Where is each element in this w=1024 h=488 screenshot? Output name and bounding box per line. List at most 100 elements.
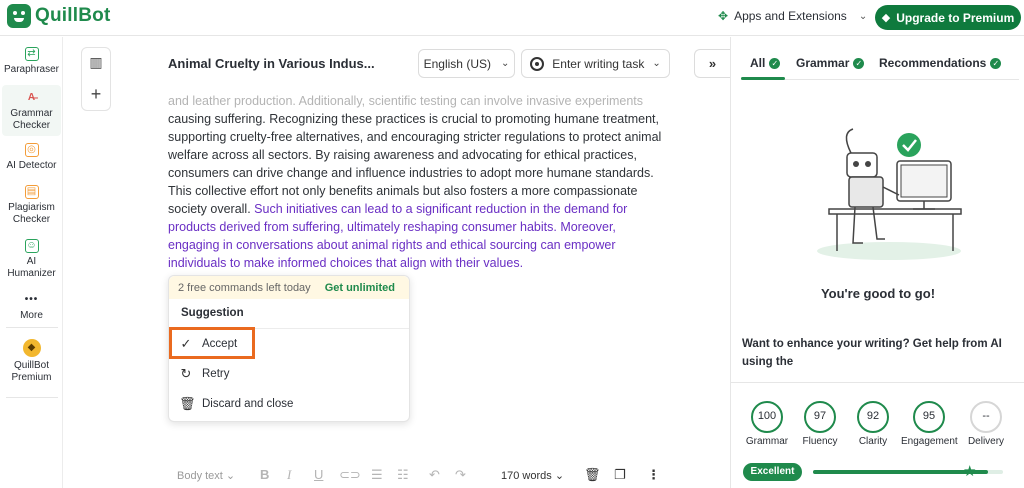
get-unlimited-link[interactable]: Get unlimited <box>325 282 395 294</box>
sidebar-item-ai-humanizer[interactable]: ☺ AI Humanizer <box>2 239 61 280</box>
more-icon: ••• <box>24 294 39 305</box>
grammar-checker-icon: A̶ <box>27 92 36 103</box>
check-circle-icon: ✓ <box>769 57 781 69</box>
chevron-down-icon: ⌄ <box>500 58 510 69</box>
sidebar-item-label: Paraphraser <box>3 64 60 75</box>
tool-sidebar: ⇄ Paraphraser A̶ Grammar Checker ◎ AI De… <box>0 37 63 488</box>
tab-label: Recommendations <box>879 56 987 70</box>
score-ring: -- <box>970 401 1002 433</box>
chevron-down-icon: ⌄ <box>858 10 868 22</box>
free-commands-banner: 2 free commands left today Get unlimited <box>169 276 409 299</box>
ai-detector-icon: ◎ <box>24 143 39 157</box>
sidebar-item-grammar-checker[interactable]: A̶ Grammar Checker <box>2 85 61 136</box>
suggestion-heading: Suggestion <box>181 307 244 319</box>
bold-icon[interactable]: B <box>260 467 269 482</box>
italic-icon[interactable]: I <box>287 467 291 483</box>
more-options-icon[interactable]: ⋮ <box>647 467 660 483</box>
add-document-icon[interactable]: + <box>82 84 110 105</box>
right-panel: All ✓ Grammar ✓ Recommendations ✓ You're… <box>730 37 1024 488</box>
score-ring: 97 <box>804 401 836 433</box>
score-label: Engagement <box>901 436 958 447</box>
sidebar-item-paraphraser[interactable]: ⇄ Paraphraser <box>2 47 61 76</box>
copy-icon[interactable]: ❐ <box>614 467 626 483</box>
sidebar-item-label: Plagiarism Checker <box>8 202 55 225</box>
language-select[interactable]: English (US) ⌄ <box>418 49 515 78</box>
sidebar-item-label: Grammar Checker <box>10 108 53 131</box>
apps-and-extensions-menu[interactable]: ✥ Apps and Extensions ⌄ <box>718 9 867 23</box>
quillbot-logo[interactable]: QuillBot <box>7 4 110 28</box>
tab-label: Grammar <box>796 56 850 70</box>
sidebar-item-label: AI Humanizer <box>7 256 56 279</box>
retry-button[interactable]: ↻ Retry <box>179 362 399 386</box>
plagiarism-icon: ▤ <box>24 185 39 199</box>
undo-icon[interactable]: ↶ <box>429 467 440 483</box>
check-circle-icon: ✓ <box>853 57 865 69</box>
sidebar-item-ai-detector[interactable]: ◎ AI Detector <box>2 143 61 172</box>
score-clarity[interactable]: 92 Clarity <box>845 401 901 447</box>
writing-task-select[interactable]: Enter writing task ⌄ <box>521 49 670 78</box>
language-value: English (US) <box>423 56 491 71</box>
accept-highlight-box <box>169 327 255 359</box>
score-delivery[interactable]: -- Delivery <box>958 401 1014 447</box>
sidebar-divider <box>6 397 58 398</box>
text-style-value: Body text <box>177 470 223 482</box>
score-fluency[interactable]: 97 Fluency <box>792 401 848 447</box>
target-icon <box>530 56 545 71</box>
underline-icon[interactable]: U <box>314 467 323 482</box>
delete-icon[interactable]: 🗑 <box>584 467 601 483</box>
star-icon: ★ <box>963 463 977 480</box>
editor-text-area[interactable]: and leather production. Additionally, sc… <box>168 92 668 272</box>
score-engagement[interactable]: 95 Engagement <box>901 401 958 447</box>
robot-at-desk-illustration <box>817 128 962 260</box>
overall-progress-fill <box>813 470 988 474</box>
faded-text: and leather production. Additionally, sc… <box>168 94 644 108</box>
diamond-icon: ◆ <box>881 12 891 24</box>
sidebar-item-plagiarism-checker[interactable]: ▤ Plagiarism Checker <box>2 185 61 226</box>
numbered-list-icon[interactable]: ☷ <box>397 467 409 483</box>
sidebar-item-more[interactable]: ••• More <box>2 293 61 322</box>
score-label: Grammar <box>745 436 789 447</box>
document-panel-icon[interactable]: ▥ <box>82 54 110 71</box>
tab-recommendations[interactable]: Recommendations ✓ <box>879 56 1002 70</box>
sidebar-item-label: QuillBot Premium <box>11 360 52 383</box>
redo-icon[interactable]: ↷ <box>455 467 466 483</box>
tab-all[interactable]: All ✓ <box>750 56 781 70</box>
puzzle-icon: ✥ <box>718 9 729 23</box>
retry-label: Retry <box>202 368 230 380</box>
quillbot-logo-icon <box>7 4 31 28</box>
humanizer-icon: ☺ <box>24 239 39 253</box>
sidebar-item-premium[interactable]: ◆ QuillBot Premium <box>2 339 61 384</box>
retry-icon: ↻ <box>180 366 192 381</box>
link-icon[interactable]: ⊂⊃ <box>339 467 361 483</box>
sidebar-item-label: AI Detector <box>6 160 57 171</box>
apps-label: Apps and Extensions <box>734 9 847 23</box>
app-name: QuillBot <box>35 5 111 26</box>
score-label: Clarity <box>858 436 888 447</box>
writing-task-placeholder: Enter writing task <box>552 56 645 71</box>
discard-button[interactable]: 🗑 Discard and close <box>179 392 399 416</box>
bullet-list-icon[interactable]: ☰ <box>371 467 383 483</box>
panel-divider <box>731 382 1024 383</box>
active-tab-indicator <box>741 77 785 80</box>
text-style-select[interactable]: Body text ⌄ <box>177 469 235 482</box>
enhance-prompt: Want to enhance your writing? Get help f… <box>742 338 1002 368</box>
double-chevron-right-icon: » <box>708 56 717 71</box>
formatting-toolbar: Body text ⌄ B I U ⊂⊃ ☰ ☷ ↶ ↷ 170 words ⌄… <box>168 463 668 487</box>
overall-rating-badge: Excellent <box>743 463 802 481</box>
document-tools: ▥ + <box>81 47 111 111</box>
collapse-panel-button[interactable]: » <box>694 49 730 78</box>
tab-label: All <box>750 56 766 70</box>
score-label: Delivery <box>967 436 1005 447</box>
check-circle-icon: ✓ <box>990 57 1002 69</box>
document-title[interactable]: Animal Cruelty in Various Indus... <box>168 56 375 71</box>
discard-label: Discard and close <box>202 398 294 410</box>
top-bar: QuillBot ✥ Apps and Extensions ⌄ ◆ Upgra… <box>0 0 1024 36</box>
document-text: causing suffering. Recognizing these pra… <box>168 112 662 216</box>
tab-grammar[interactable]: Grammar ✓ <box>796 56 865 70</box>
score-grammar[interactable]: 100 Grammar <box>739 401 795 447</box>
chevron-down-icon: ⌄ <box>652 58 661 69</box>
premium-diamond-icon: ◆ <box>22 339 41 357</box>
score-ring: 100 <box>751 401 783 433</box>
upgrade-button[interactable]: ◆ Upgrade to Premium <box>875 5 1021 30</box>
word-count[interactable]: 170 words ⌄ <box>501 469 564 482</box>
